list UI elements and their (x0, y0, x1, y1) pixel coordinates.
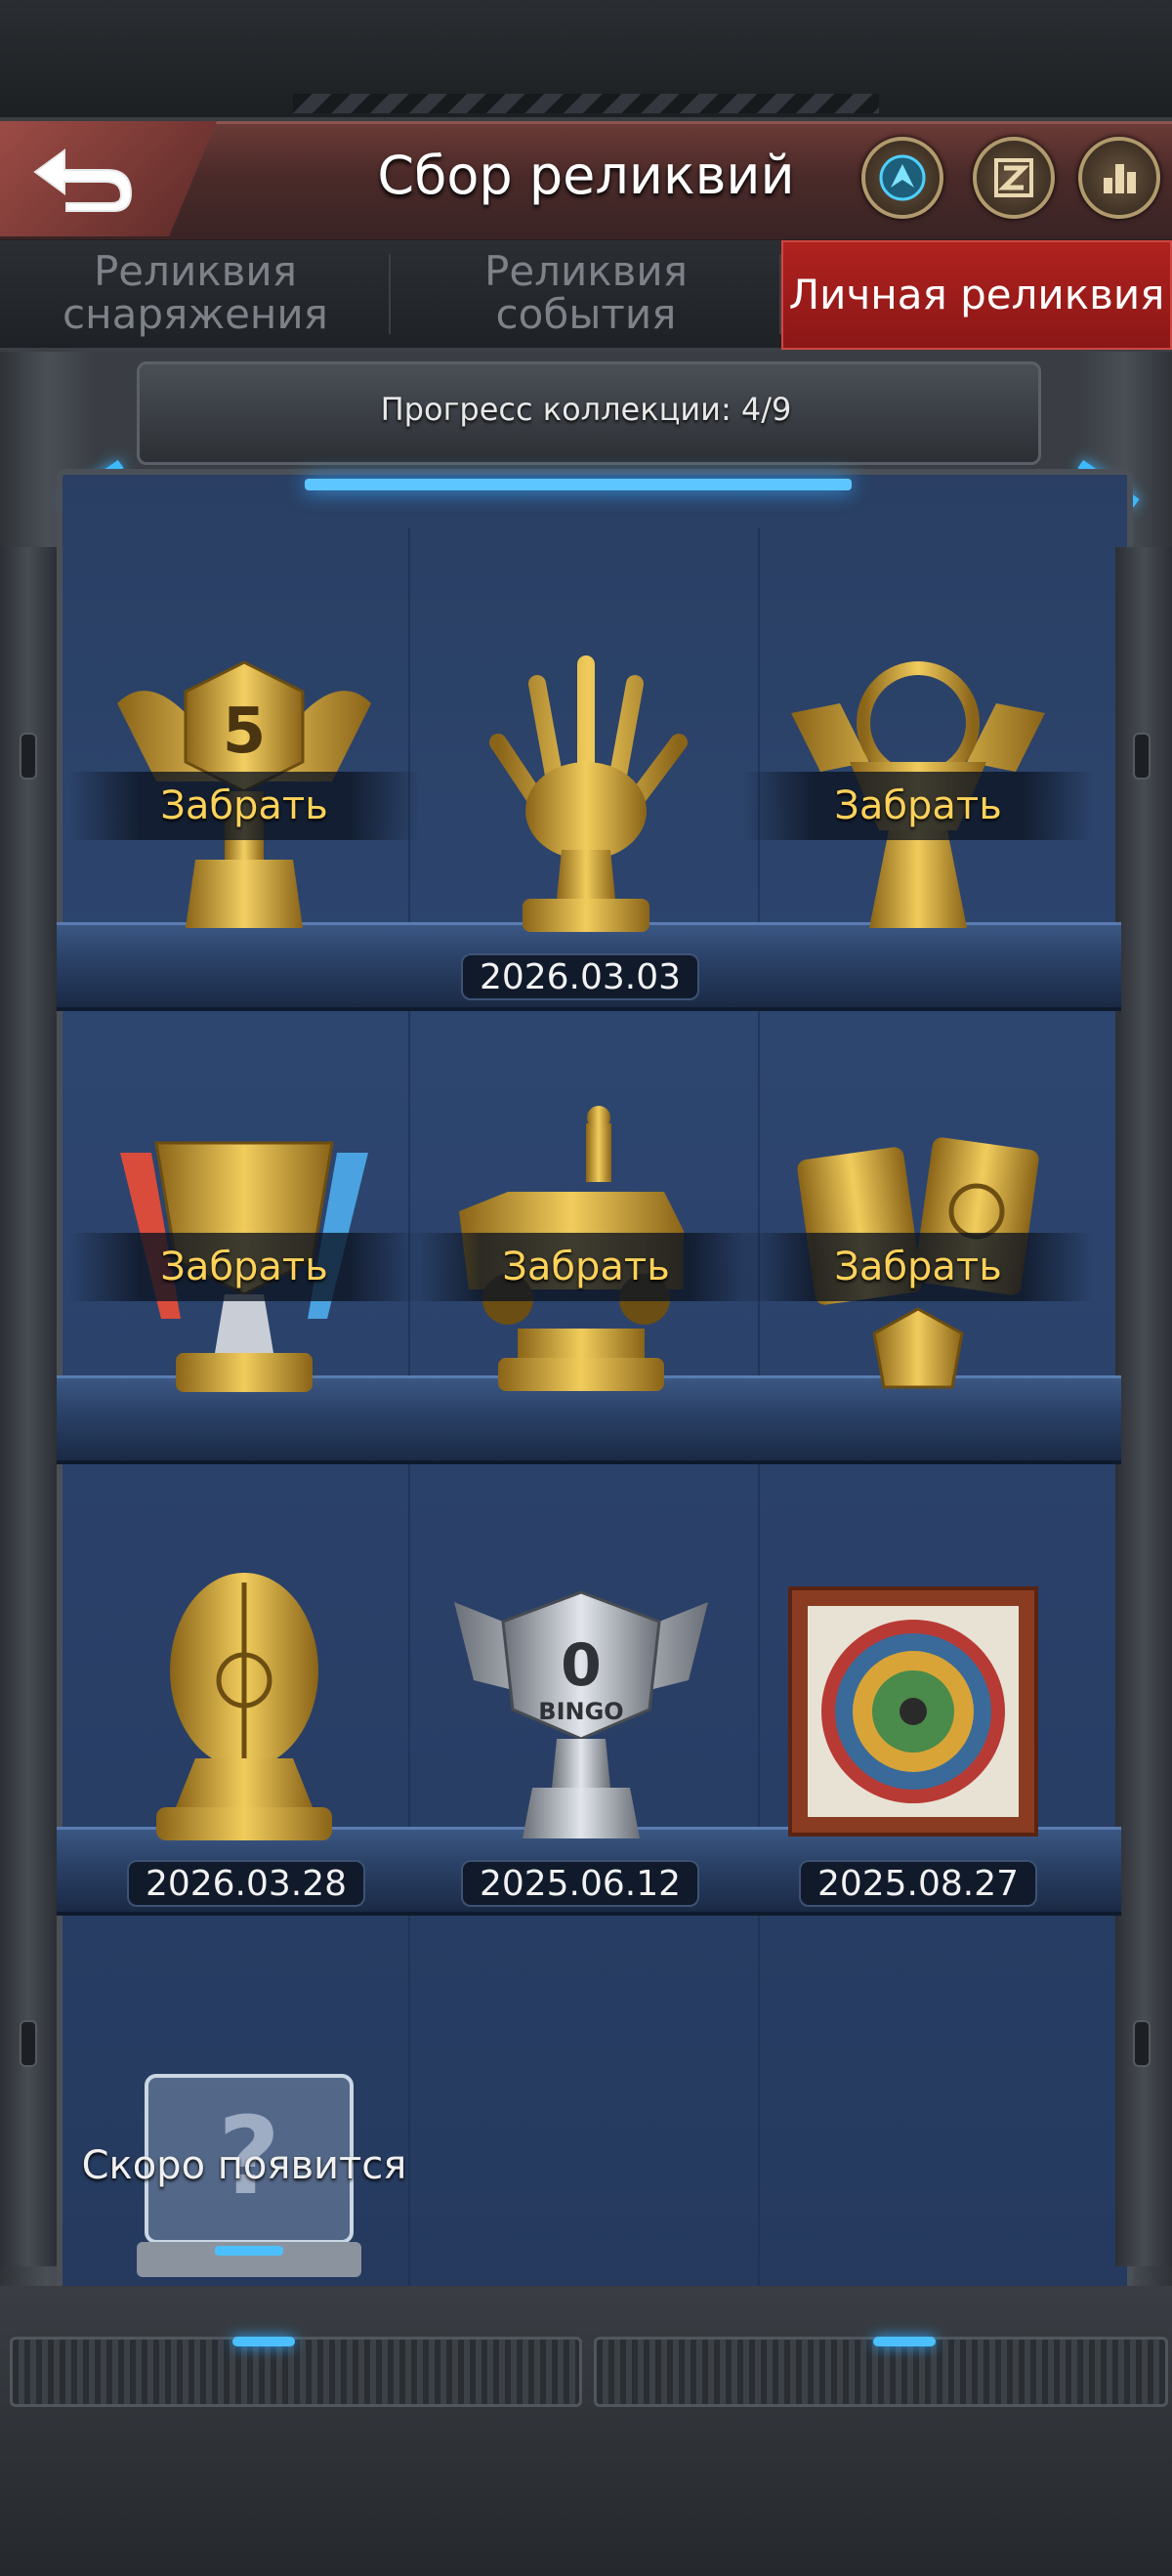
back-arrow-icon (33, 148, 133, 212)
floor-light (232, 2337, 295, 2346)
compass-button[interactable] (861, 137, 943, 219)
tab-personal-relic[interactable]: Личная реликвия (781, 240, 1172, 350)
claim-badge[interactable]: Забрать (410, 1233, 762, 1301)
compass-icon (879, 154, 926, 201)
collection-progress: Прогресс коллекции: 4/9 (380, 391, 792, 428)
side-slot (1133, 733, 1151, 780)
tab-label: Реликвия (93, 247, 297, 295)
z-badge-button[interactable] (973, 137, 1055, 219)
floor-light (873, 2337, 936, 2346)
claim-badge[interactable]: Забрать (68, 772, 420, 840)
floor-grate (594, 2337, 1168, 2407)
ranking-button[interactable] (1078, 137, 1160, 219)
tab-equipment-relic[interactable]: Реликвия снаряжения (0, 240, 391, 346)
golden-egg-trophy-icon (156, 1573, 332, 1840)
relic-date: 2026.03.28 (127, 1860, 365, 1907)
claim-badge[interactable]: Забрать (68, 1233, 420, 1301)
svg-text:BINGO: BINGO (538, 1698, 623, 1725)
golden-hand-trophy-icon (489, 655, 688, 932)
floor-grate (10, 2337, 582, 2407)
relic-slot-8[interactable]: 0 BINGO (444, 1583, 718, 1850)
tab-label: Реликвия (484, 247, 688, 295)
hazard-stripe (293, 94, 879, 113)
bingo-0-silver-trophy-icon: 0 BINGO (454, 1590, 708, 1838)
coming-soon-label: Скоро появится (81, 2143, 407, 2188)
relic-date: 2025.08.27 (799, 1860, 1037, 1907)
tab-label: снаряжения (63, 290, 328, 338)
cabinet-side-left (0, 547, 57, 2266)
z-badge-icon (994, 158, 1033, 197)
page-title: Сбор реликвий (377, 145, 795, 206)
ranking-icon (1104, 164, 1136, 193)
tab-event-relic[interactable]: Реликвия события (391, 240, 781, 346)
side-slot (1133, 2020, 1151, 2067)
top-frame (0, 0, 1172, 123)
svg-text:0: 0 (561, 1631, 602, 1700)
cabinet-side-right (1115, 547, 1172, 2266)
relic-date: 2025.06.12 (461, 1860, 699, 1907)
relic-slot-7[interactable] (146, 1563, 342, 1850)
tab-label: события (495, 290, 677, 338)
claim-badge[interactable]: Забрать (742, 1233, 1094, 1301)
cabinet-floor (0, 2286, 1172, 2576)
relic-slot-2[interactable] (469, 655, 703, 942)
relic-date: 2026.03.03 (461, 953, 699, 1000)
framed-wheel-painting-icon (788, 1586, 1038, 1837)
top-light-strip (305, 479, 852, 490)
svg-text:5: 5 (223, 696, 267, 768)
tab-label: Личная реликвия (788, 271, 1165, 318)
relic-slot-9[interactable] (786, 1584, 1040, 1842)
tab-bar: Реликвия снаряжения Реликвия события Лична… (0, 240, 1172, 352)
claim-badge[interactable]: Забрать (742, 772, 1094, 840)
side-slot (20, 2020, 37, 2067)
side-slot (20, 733, 37, 780)
